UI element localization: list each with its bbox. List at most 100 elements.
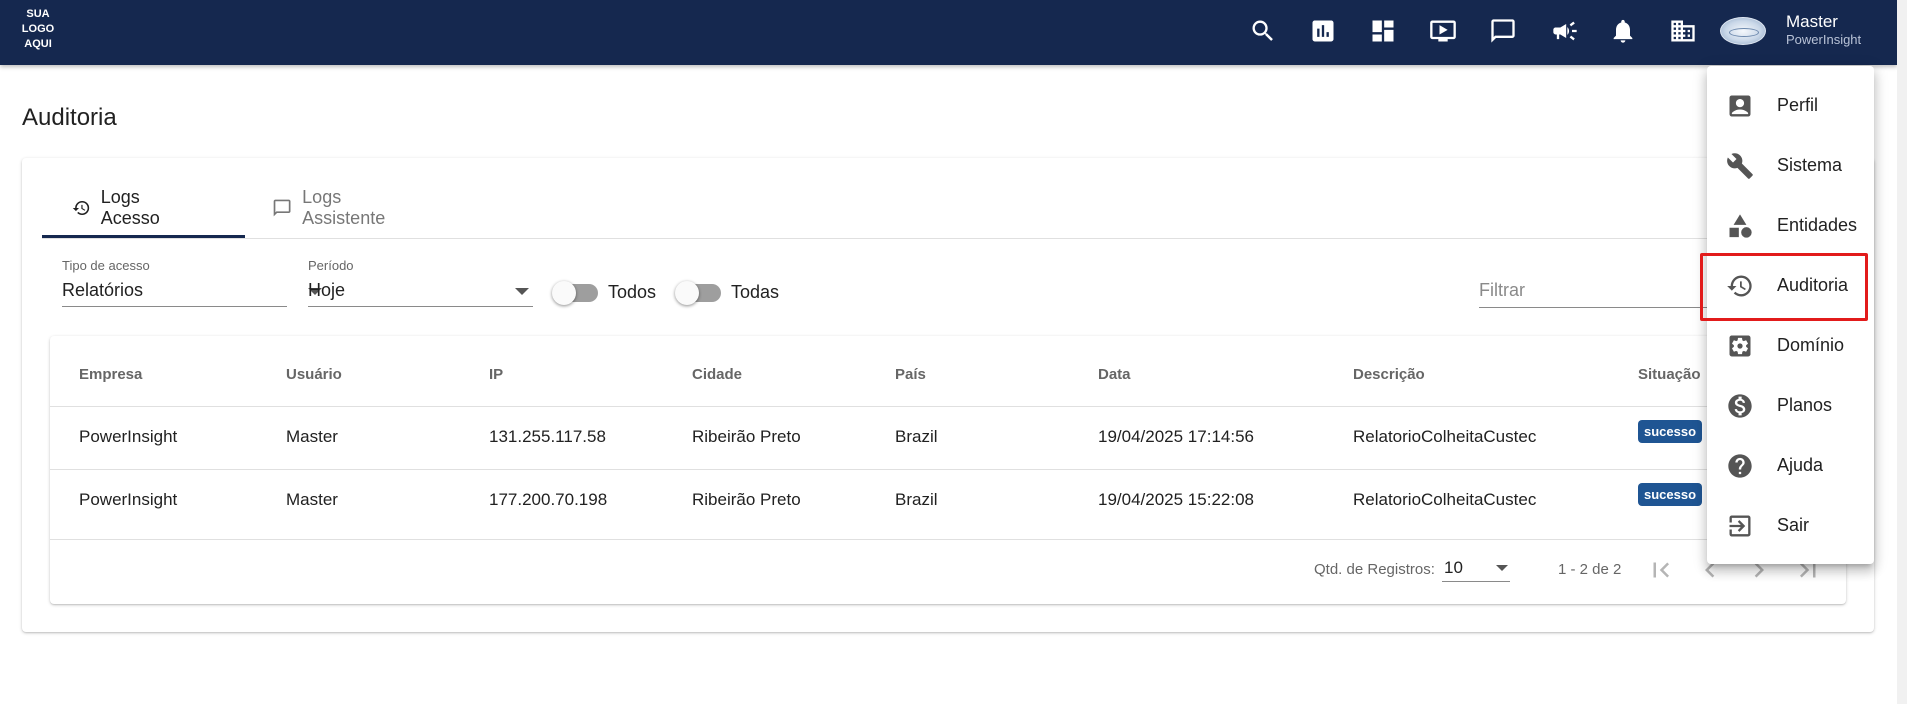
table-row[interactable]: PowerInsight Master 131.255.117.58 Ribei… xyxy=(50,406,1846,469)
access-type-underline xyxy=(62,306,287,307)
logo-line-1: SUA xyxy=(26,8,50,20)
menu-item-label: Sair xyxy=(1777,515,1810,535)
period-value[interactable]: Hoje xyxy=(308,280,345,301)
first-page-icon xyxy=(1653,562,1670,578)
page-size-dropdown-icon[interactable] xyxy=(1496,565,1508,571)
audit-card: Logs Acesso Logs Assistente Tipo de aces… xyxy=(22,158,1874,632)
menu-item-perfil[interactable]: Perfil xyxy=(1707,76,1874,136)
wrench-icon xyxy=(1727,153,1753,179)
cell-descricao: RelatorioColheitaCustec xyxy=(1353,490,1537,509)
cell-ip: 131.255.117.58 xyxy=(489,427,606,446)
user-menu: Perfil Sistema Entidades Auditoria Domín… xyxy=(1707,66,1874,564)
exit-icon xyxy=(1729,515,1751,537)
cell-data: 19/04/2025 15:22:08 xyxy=(1098,490,1254,509)
brand-logo[interactable]: SUA LOGO AQUI xyxy=(18,7,58,52)
tab-logs-assistente[interactable]: Logs Assistente xyxy=(272,178,393,238)
filter-input[interactable]: Filtrar xyxy=(1479,280,1525,301)
shapes-icon xyxy=(1729,214,1752,238)
page-title: Auditoria xyxy=(22,104,117,131)
money-icon xyxy=(1728,394,1752,418)
audit-table: Empresa Usuário IP Cidade País Data Desc… xyxy=(50,336,1846,604)
notifications-icon[interactable] xyxy=(1607,15,1639,47)
page-size-label: Qtd. de Registros: xyxy=(1314,561,1435,578)
help-icon xyxy=(1728,454,1752,478)
menu-item-entidades[interactable]: Entidades xyxy=(1707,196,1874,256)
menu-item-label: Entidades xyxy=(1777,215,1858,235)
chat-icon xyxy=(273,199,291,217)
column-header-pais[interactable]: País xyxy=(895,366,926,383)
tab-divider xyxy=(42,238,1854,239)
column-header-usuario[interactable]: Usuário xyxy=(286,366,342,383)
toggle-todos-label: Todos xyxy=(608,282,657,302)
page-size-select[interactable]: 10 xyxy=(1444,558,1463,578)
menu-item-label: Sistema xyxy=(1777,155,1843,175)
logo-line-2: LOGO xyxy=(21,23,55,35)
status-badge: sucesso xyxy=(1638,483,1703,506)
column-header-descricao[interactable]: Descrição xyxy=(1353,366,1425,383)
period-dropdown-icon[interactable] xyxy=(515,288,529,295)
cell-empresa: PowerInsight xyxy=(79,490,178,509)
access-type-label: Tipo de acesso xyxy=(62,258,150,273)
period-label: Período xyxy=(308,258,354,273)
cell-cidade: Ribeirão Preto xyxy=(692,490,801,509)
page-range: 1 - 2 de 2 xyxy=(1558,561,1622,578)
menu-item-label: Domínio xyxy=(1777,335,1845,355)
menu-item-sistema[interactable]: Sistema xyxy=(1707,136,1874,196)
scrollbar-track[interactable] xyxy=(1897,0,1907,704)
cell-usuario: Master xyxy=(286,427,338,446)
period-select[interactable]: Período Hoje xyxy=(308,258,533,308)
cell-ip: 177.200.70.198 xyxy=(489,490,608,509)
announcement-icon[interactable] xyxy=(1549,15,1581,47)
toggle-todas[interactable] xyxy=(675,281,721,305)
toggle-todos[interactable] xyxy=(552,281,598,305)
user-name[interactable]: Master xyxy=(1786,12,1838,32)
company-icon[interactable] xyxy=(1667,15,1699,47)
cell-pais: Brazil xyxy=(895,490,938,509)
menu-item-label: Ajuda xyxy=(1777,455,1824,475)
cell-descricao: RelatorioColheitaCustec xyxy=(1353,427,1537,446)
cell-data: 19/04/2025 17:14:56 xyxy=(1098,427,1254,446)
menu-item-planos[interactable]: Planos xyxy=(1707,376,1874,436)
column-header-cidade[interactable]: Cidade xyxy=(692,366,742,383)
menu-item-label: Planos xyxy=(1777,395,1833,415)
dashboard-icon[interactable] xyxy=(1367,15,1399,47)
column-header-data[interactable]: Data xyxy=(1098,366,1131,383)
search-icon[interactable] xyxy=(1247,15,1279,47)
table-row[interactable]: PowerInsight Master 177.200.70.198 Ribei… xyxy=(50,469,1846,532)
menu-item-dominio[interactable]: Domínio xyxy=(1707,316,1874,376)
column-header-empresa[interactable]: Empresa xyxy=(79,366,142,383)
access-type-select[interactable]: Tipo de acesso Relatórios xyxy=(62,258,322,308)
first-page-button[interactable] xyxy=(1646,555,1676,585)
cell-empresa: PowerInsight xyxy=(79,427,178,446)
settings-icon xyxy=(1729,335,1751,357)
cell-usuario: Master xyxy=(286,490,338,509)
menu-item-label: Perfil xyxy=(1777,95,1819,115)
chat-icon[interactable] xyxy=(1487,15,1519,47)
history-icon xyxy=(72,200,90,216)
menu-item-sair[interactable]: Sair xyxy=(1707,496,1874,556)
video-icon[interactable] xyxy=(1427,15,1459,47)
column-header-situacao[interactable]: Situação xyxy=(1638,366,1701,383)
period-underline xyxy=(308,306,533,307)
column-header-ip[interactable]: IP xyxy=(489,366,503,383)
status-badge: sucesso xyxy=(1638,420,1703,443)
toggle-knob xyxy=(552,281,576,305)
tab-logs-acesso-label: Logs Acesso xyxy=(100,187,160,228)
top-app-bar: SUA LOGO AQUI Master PowerInsight xyxy=(0,0,1897,65)
report-icon[interactable] xyxy=(1307,15,1339,47)
cell-cidade: Ribeirão Preto xyxy=(692,427,801,446)
cell-pais: Brazil xyxy=(895,427,938,446)
user-organization: PowerInsight xyxy=(1786,32,1862,47)
menu-item-label: Auditoria xyxy=(1777,275,1849,295)
profile-icon xyxy=(1729,95,1751,117)
access-type-value[interactable]: Relatórios xyxy=(62,280,143,301)
menu-item-auditoria[interactable]: Auditoria xyxy=(1707,256,1874,316)
history-icon xyxy=(1727,275,1752,297)
tab-logs-assistente-label: Logs Assistente xyxy=(302,187,386,228)
page-size-underline xyxy=(1442,581,1510,582)
user-avatar[interactable] xyxy=(1720,17,1766,45)
logo-line-3: AQUI xyxy=(24,38,52,50)
table-divider xyxy=(50,539,1846,540)
tab-logs-acesso[interactable]: Logs Acesso xyxy=(72,178,169,238)
menu-item-ajuda[interactable]: Ajuda xyxy=(1707,436,1874,496)
